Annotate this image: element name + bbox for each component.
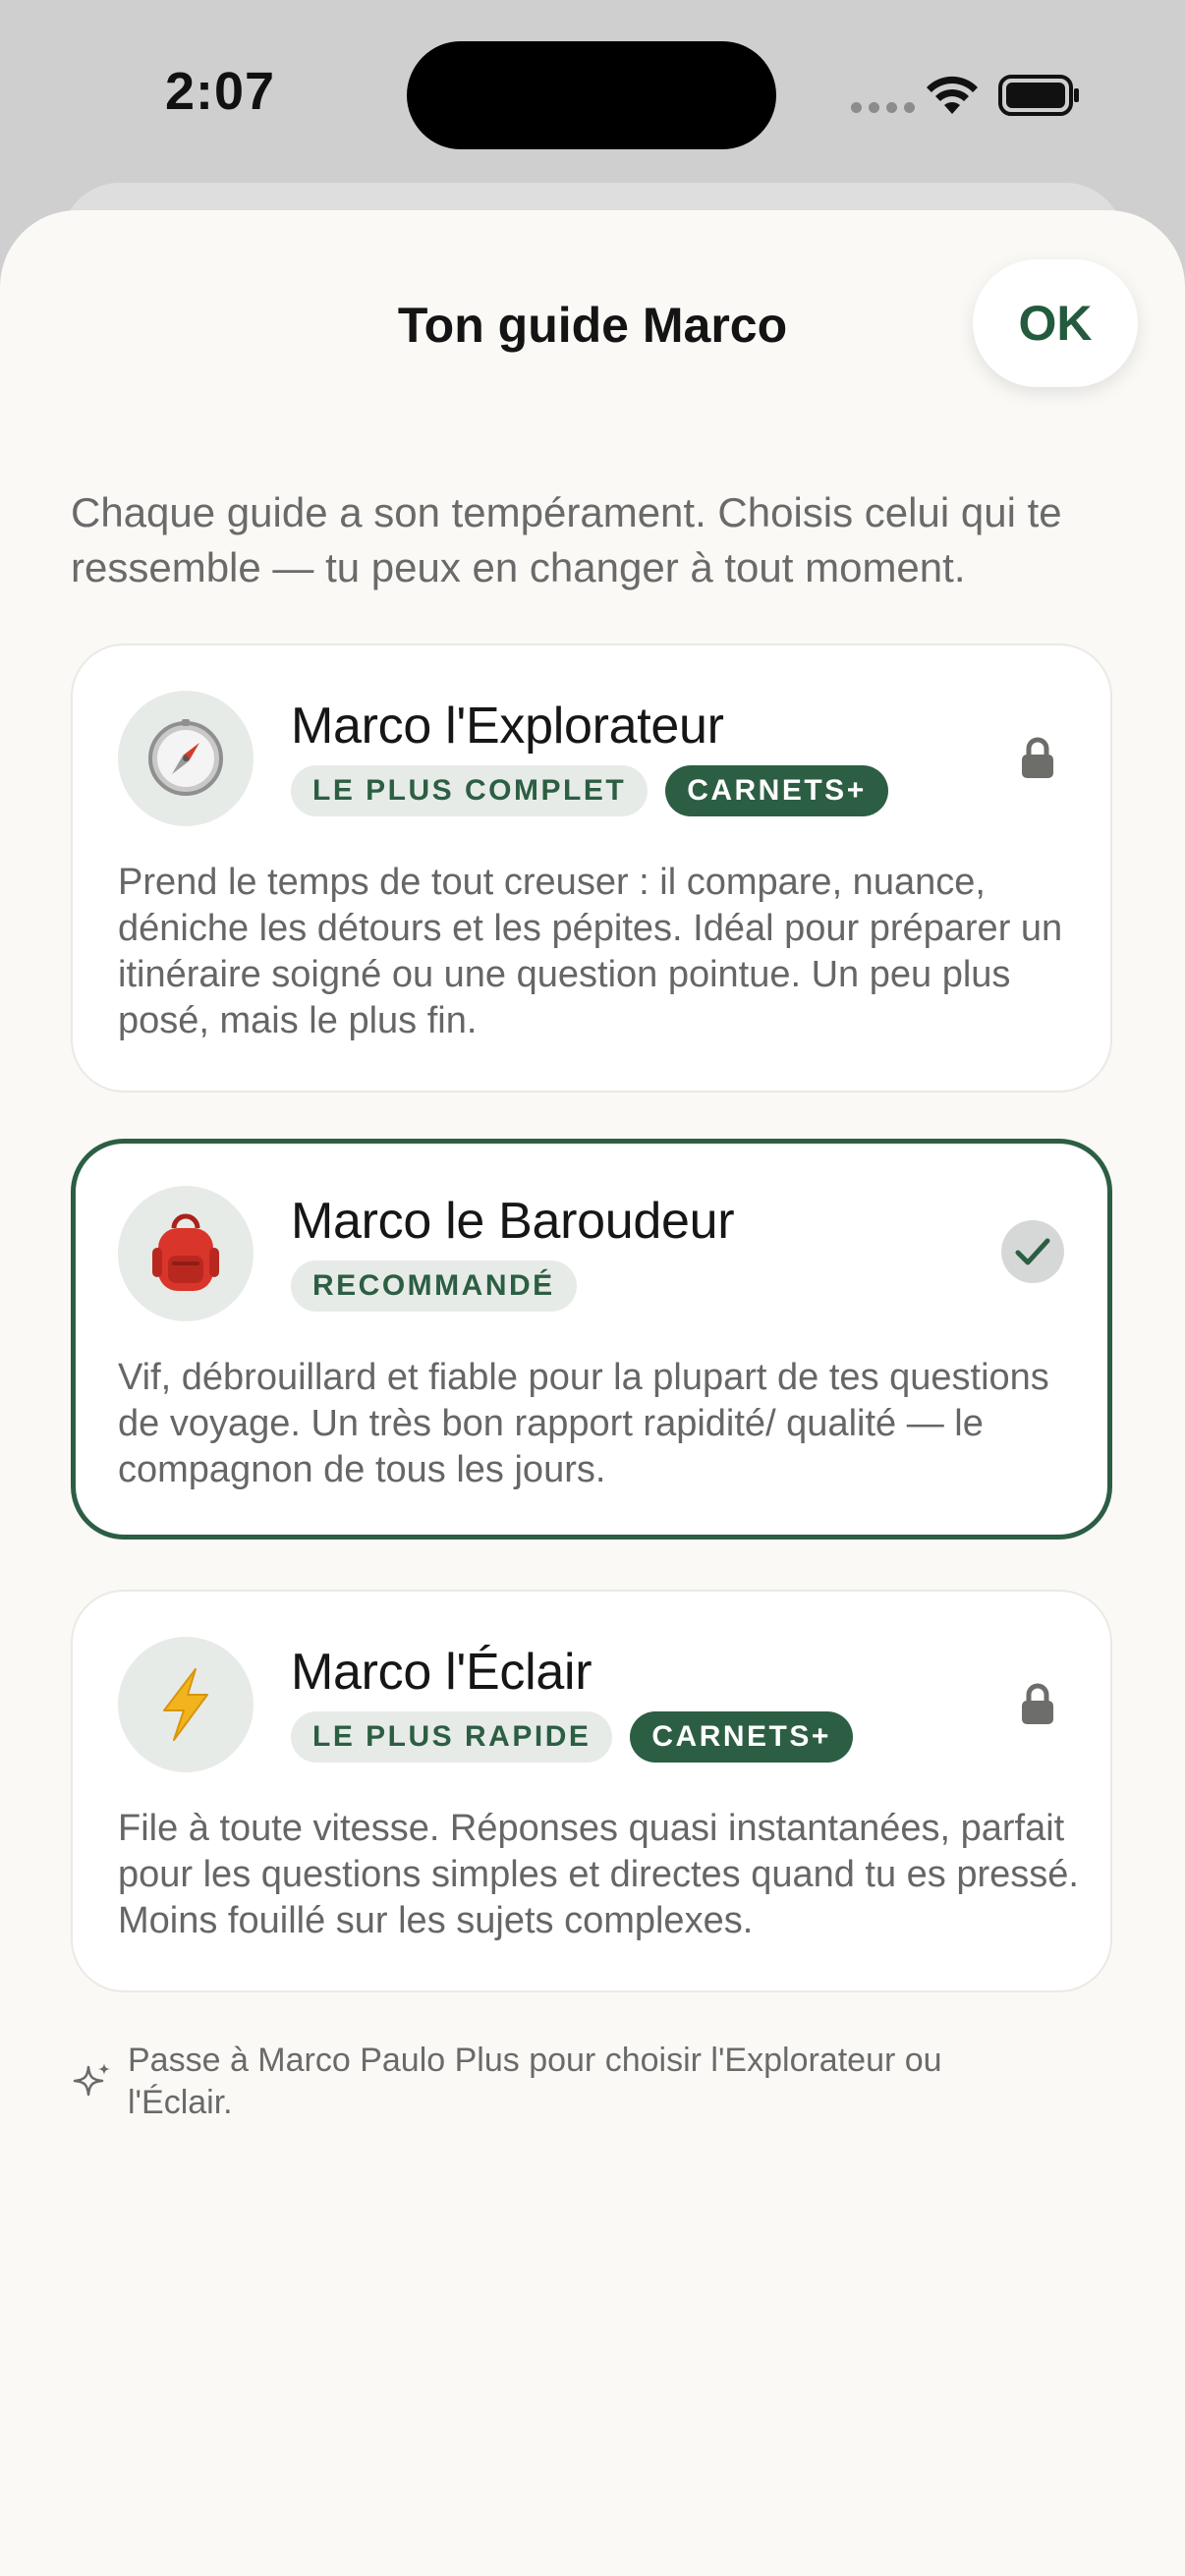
guide-description: File à toute vitesse. Réponses quasi ins… (118, 1808, 1079, 1941)
intro-text: Chaque guide a son tempérament. Choisis … (71, 489, 1062, 590)
badge-recommended: RECOMMANDÉ (291, 1260, 577, 1312)
lock-icon (1022, 1683, 1053, 1724)
badge-row: RECOMMANDÉ (291, 1260, 577, 1312)
lightning-icon (163, 1668, 208, 1741)
wifi-icon (927, 76, 978, 114)
dynamic-island (407, 41, 776, 149)
backpack-icon (152, 1213, 219, 1291)
badge-row: LE PLUS COMPLET CARNETS+ (291, 765, 888, 816)
badge-fastest: LE PLUS RAPIDE (291, 1711, 613, 1763)
guide-icon-circle (118, 691, 254, 826)
selected-check-icon (1001, 1220, 1064, 1283)
guide-icon-circle (118, 1186, 254, 1321)
guide-description: Prend le temps de tout creuser : il comp… (118, 862, 1063, 1041)
guide-icon-circle (118, 1637, 254, 1772)
ok-button[interactable]: OK (973, 259, 1138, 387)
guide-description: Vif, débrouillard et fiable pour la plup… (118, 1357, 1049, 1490)
guide-title: Marco le Baroudeur (291, 1193, 735, 1250)
badge-most-complete: LE PLUS COMPLET (291, 765, 649, 816)
guide-sheet: Ton guide Marco OK Chaque guide a son te… (0, 210, 1185, 2576)
guide-card-eclair[interactable]: Marco l'Éclair LE PLUS RAPIDE CARNETS+ F… (71, 1590, 1112, 1992)
lock-icon (1022, 737, 1053, 778)
cellular-signal-icon (851, 102, 915, 113)
upgrade-note-text: Passe à Marco Paulo Plus pour choisir l'… (128, 2042, 942, 2121)
status-time: 2:07 (165, 62, 276, 121)
upgrade-note: Passe à Marco Paulo Plus pour choisir l'… (71, 2040, 1112, 2124)
battery-icon (998, 75, 1079, 116)
sparkle-icon (73, 2063, 110, 2097)
badge-row: LE PLUS RAPIDE CARNETS+ (291, 1711, 853, 1763)
badge-carnets-plus: CARNETS+ (665, 765, 888, 816)
badge-carnets-plus: CARNETS+ (630, 1711, 853, 1763)
guide-title: Marco l'Explorateur (291, 698, 724, 755)
guide-card-baroudeur[interactable]: Marco le Baroudeur RECOMMANDÉ Vif, débro… (71, 1139, 1112, 1540)
guide-title: Marco l'Éclair (291, 1644, 592, 1701)
guide-card-explorateur[interactable]: Marco l'Explorateur LE PLUS COMPLET CARN… (71, 644, 1112, 1092)
status-bar: 2:07 (0, 0, 1185, 187)
compass-icon (148, 719, 223, 796)
